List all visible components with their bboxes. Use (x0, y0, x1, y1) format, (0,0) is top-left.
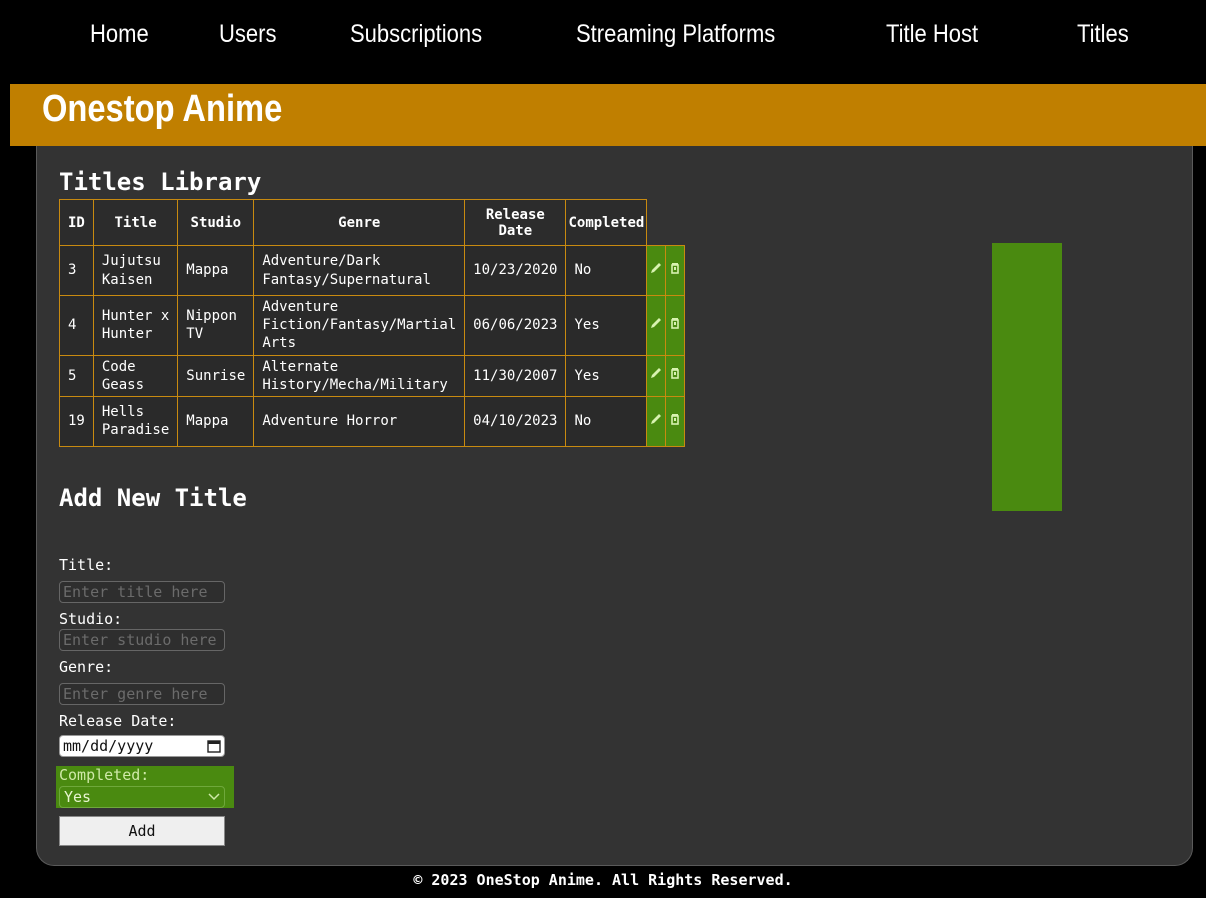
cell-title: Hunter x Hunter (92, 295, 179, 356)
cell-title: Jujutsu Kaisen (92, 245, 179, 296)
site-title: Onestop Anime (42, 88, 283, 130)
add-title-heading: Add New Title (59, 484, 247, 512)
edit-cell (646, 395, 667, 447)
pencil-icon[interactable] (647, 364, 665, 382)
col-header-edit (647, 200, 666, 246)
trash-icon[interactable] (666, 259, 684, 277)
pencil-icon[interactable] (647, 259, 665, 277)
col-header-genre: Genre (253, 199, 466, 246)
cell-id: 3 (59, 245, 94, 296)
calendar-icon[interactable] (207, 739, 221, 753)
cell-studio: Sunrise (177, 354, 255, 397)
nav-users-link[interactable]: Users (219, 20, 276, 49)
cell-completed: No (565, 395, 648, 447)
pencil-icon[interactable] (647, 410, 665, 428)
library-heading: Titles Library (59, 168, 262, 196)
chevron-down-icon (208, 793, 220, 801)
nav-titles-link[interactable]: Titles (1077, 20, 1129, 49)
action-column-highlight (992, 243, 1062, 511)
cell-id: 5 (59, 354, 94, 397)
cell-release-date: 11/30/2007 (464, 354, 567, 397)
cell-genre: Adventure/Dark Fantasy/Supernatural (253, 245, 466, 296)
date-placeholder: mm/dd/yyyy (63, 737, 154, 755)
trash-icon[interactable] (666, 410, 684, 428)
cell-studio: Nippon TV (177, 295, 255, 356)
cell-release-date: 04/10/2023 (464, 395, 567, 447)
table-row: 19 Hells Paradise Mappa Adventure Horror… (59, 395, 686, 447)
cell-completed: Yes (565, 295, 648, 356)
content-panel: Titles Library ID Title Studio Genre Rel… (36, 146, 1193, 866)
cell-release-date: 06/06/2023 (464, 295, 567, 356)
edit-cell (646, 245, 667, 296)
cell-completed: No (565, 245, 648, 296)
table-header-row: ID Title Studio Genre Release Date Compl… (59, 199, 685, 246)
nav-home-link[interactable]: Home (90, 20, 149, 49)
title-label: Title: (59, 556, 114, 574)
nav-subscriptions-link[interactable]: Subscriptions (350, 20, 482, 49)
nav-streaming-platforms-link[interactable]: Streaming Platforms (576, 20, 775, 49)
completed-select[interactable]: Yes (59, 786, 225, 808)
cell-title: Code Geass (92, 354, 179, 397)
cell-completed: Yes (565, 354, 648, 397)
col-header-studio: Studio (177, 199, 255, 246)
col-header-delete (666, 200, 685, 246)
completed-selected-value: Yes (64, 788, 92, 806)
release-date-input[interactable]: mm/dd/yyyy (59, 735, 225, 757)
delete-cell (665, 245, 686, 296)
edit-cell (646, 354, 667, 397)
cell-studio: Mappa (177, 245, 255, 296)
trash-icon[interactable] (666, 364, 684, 382)
site-banner: Onestop Anime (10, 84, 1206, 146)
genre-label: Genre: (59, 658, 114, 676)
titles-table: ID Title Studio Genre Release Date Compl… (59, 199, 686, 447)
add-button[interactable]: Add (59, 816, 225, 846)
cell-release-date: 10/23/2020 (464, 245, 567, 296)
col-header-completed: Completed (565, 199, 648, 246)
delete-cell (665, 354, 686, 397)
studio-label: Studio: (59, 610, 123, 628)
pencil-icon[interactable] (647, 314, 665, 332)
table-row: 3 Jujutsu Kaisen Mappa Adventure/Dark Fa… (59, 245, 686, 296)
release-date-label: Release Date: (59, 712, 177, 730)
trash-icon[interactable] (666, 314, 684, 332)
cell-genre: Adventure Fiction/Fantasy/Martial Arts (253, 295, 466, 356)
cell-studio: Mappa (177, 395, 255, 447)
cell-id: 19 (59, 395, 94, 447)
col-header-title: Title (92, 199, 179, 246)
footer-copyright: © 2023 OneStop Anime. All Rights Reserve… (413, 871, 793, 889)
table-row: 5 Code Geass Sunrise Alternate History/M… (59, 354, 686, 397)
col-header-release-date: Release Date (464, 199, 567, 246)
genre-input[interactable] (59, 683, 225, 705)
title-input[interactable] (59, 581, 225, 603)
cell-id: 4 (59, 295, 94, 356)
studio-input[interactable] (59, 629, 225, 651)
edit-cell (646, 295, 667, 356)
cell-genre: Alternate History/Mecha/Military (253, 354, 466, 397)
completed-field-highlight: Completed: Yes (56, 766, 234, 808)
cell-genre: Adventure Horror (253, 395, 466, 447)
delete-cell (665, 395, 686, 447)
top-nav: Home Users Subscriptions Streaming Platf… (10, 0, 1206, 80)
completed-label: Completed: (59, 766, 150, 784)
table-row: 4 Hunter x Hunter Nippon TV Adventure Fi… (59, 295, 686, 356)
nav-title-host-link[interactable]: Title Host (886, 20, 978, 49)
delete-cell (665, 295, 686, 356)
col-header-id: ID (59, 199, 94, 246)
cell-title: Hells Paradise (92, 395, 179, 447)
